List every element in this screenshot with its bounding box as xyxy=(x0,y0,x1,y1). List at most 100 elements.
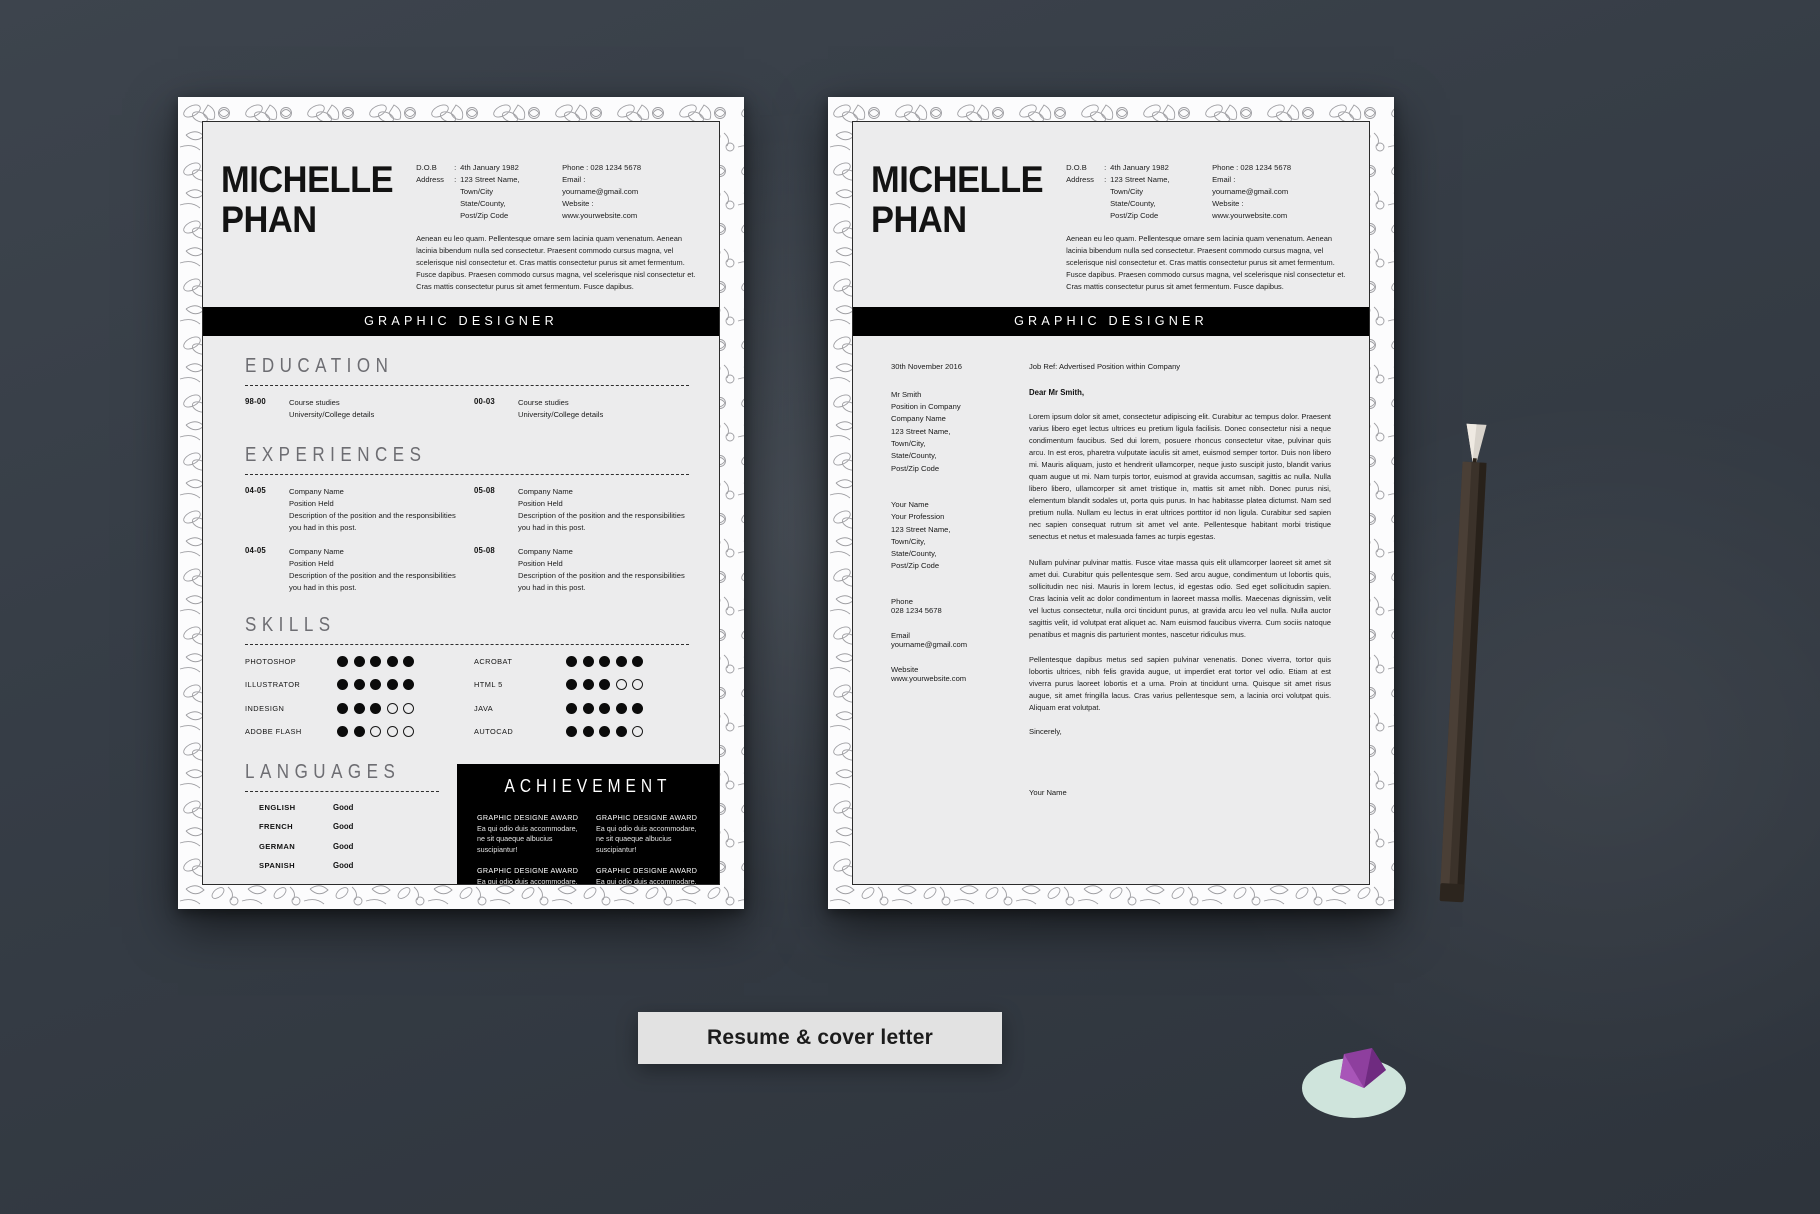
letter-paragraph-2: Nullam pulvinar pulvinar mattis. Fusce v… xyxy=(1029,557,1331,639)
education-divider xyxy=(245,384,689,386)
letter-email-value[interactable]: yourname@gmail.com xyxy=(891,640,1009,649)
letter-phone-value: 028 1234 5678 xyxy=(891,605,942,615)
candidate-name-cover: MICHELLE PHAN xyxy=(871,156,1056,293)
caption-text: Resume & cover letter xyxy=(707,1026,933,1049)
experience-years: 04-05 xyxy=(245,486,266,496)
experience-entry: 04-05 Company Name Position Held Descriptio… xyxy=(245,486,460,533)
rating-dot-filled xyxy=(353,726,365,737)
experience-detail: Company Name Position Held Description of … xyxy=(518,546,689,593)
rating-dot-filled xyxy=(337,679,348,690)
rating-dot-filled xyxy=(632,655,643,667)
letter-signature: Your Name xyxy=(1029,788,1067,798)
rating-dot-empty xyxy=(403,702,414,714)
cover-header: MICHELLE PHAN D.O.B : 4th January 1982 A… xyxy=(853,122,1369,301)
rating-dot-filled xyxy=(599,726,610,737)
cover-letter-page[interactable]: MICHELLE PHAN D.O.B : 4th January 1982 A… xyxy=(828,97,1394,909)
job-reference: Job Ref: Advertised Position within Comp… xyxy=(1029,361,1181,371)
skill-name: HTML 5 xyxy=(474,680,503,689)
experience-detail: Company Name Position Held Description of … xyxy=(518,486,689,533)
recipient-address: Mr Smith Position in Company Company Nam… xyxy=(891,389,961,473)
language-name: ENGLISH xyxy=(259,802,296,812)
rating-dot-filled xyxy=(615,655,627,667)
skill-rating-dots xyxy=(566,655,643,667)
skill-name: ACROBAT xyxy=(474,656,513,666)
rating-dot-filled xyxy=(615,702,627,714)
rating-dot-filled xyxy=(582,679,594,690)
experience-description: Description of the position and the resp… xyxy=(518,510,685,532)
website-value[interactable]: www.yourwebsite.com xyxy=(562,210,703,222)
experience-company: Company Name xyxy=(289,487,344,497)
experience-entries: 04-05 Company Name Position Held Descriptio… xyxy=(245,486,689,606)
rating-dot-filled xyxy=(599,702,610,714)
education-entry: 98-00 Course studies University/College de… xyxy=(245,397,460,421)
skill-rating-dots xyxy=(337,679,414,690)
education-course: Course studies xyxy=(289,397,340,407)
languages-divider xyxy=(245,790,439,792)
languages-entries: ENGLISH Good FRENCH Good GERMAN Good SPANISH Go… xyxy=(245,803,439,871)
email-value-cover[interactable]: yourname@gmail.com xyxy=(1212,186,1353,198)
rating-dot-empty xyxy=(615,679,627,690)
education-institution: University/College details xyxy=(518,409,604,419)
skills-column-left: PHOTOSHOP ILLUSTRATOR INDESIGN ADOBE FLASH xyxy=(245,655,460,750)
website-value-cover[interactable]: www.yourwebsite.com xyxy=(1212,210,1353,222)
achievement-item: GRAPHIC DESIGNE AWARD Ea qui odio duis ac… xyxy=(596,813,699,856)
address-value: 123 Street Name, xyxy=(460,174,520,184)
skill-row: JAVA xyxy=(474,702,689,714)
address-line-2-cover: Town/City xyxy=(1110,186,1144,196)
address-label: Address xyxy=(416,174,444,184)
skill-row: ADOBE FLASH xyxy=(245,726,460,737)
experience-position: Position Held xyxy=(518,499,563,509)
experience-position: Position Held xyxy=(518,559,563,569)
experience-description: Description of the position and the resp… xyxy=(289,510,456,532)
letter-website-label: Website xyxy=(891,664,919,674)
dob-value-cover: 4th January 1982 xyxy=(1110,163,1169,172)
achievement-description: Ea qui odio duis accommodare, ne sit qua… xyxy=(596,876,697,885)
skill-row: ACROBAT xyxy=(474,655,689,667)
email-value[interactable]: yourname@gmail.com xyxy=(562,186,703,198)
website-label: Website : xyxy=(562,198,594,208)
education-years: 00-03 xyxy=(474,396,495,406)
dob-label-cover: D.O.B xyxy=(1066,163,1087,172)
experience-entry: 05-08 Company Name Position Held Descriptio… xyxy=(474,486,689,533)
skill-row: PHOTOSHOP xyxy=(245,655,460,667)
rating-dot-filled xyxy=(337,655,348,667)
rating-dot-filled xyxy=(566,726,577,737)
rating-dot-empty xyxy=(370,726,381,737)
sender-address: Your Name Your Profession 123 Street Nam… xyxy=(891,499,951,571)
achievement-title: GRAPHIC DESIGNE AWARD xyxy=(596,812,698,822)
experience-company: Company Name xyxy=(518,547,573,557)
contact-column-personal-cover: D.O.B : 4th January 1982 Address : 123 S… xyxy=(1066,162,1194,222)
letter-website-value[interactable]: www.yourwebsite.com xyxy=(891,674,1009,683)
experience-position: Position Held xyxy=(289,499,334,509)
resume-content-area: MICHELLE PHAN D.O.B : 4th January 1982 A… xyxy=(202,121,720,885)
experience-description: Description of the position and the resp… xyxy=(518,570,685,592)
rating-dot-empty xyxy=(403,726,414,737)
skill-rating-dots xyxy=(337,702,414,714)
education-entries: 98-00 Course studies University/College de… xyxy=(245,397,689,434)
experience-entry: 04-05 Company Name Position Held Descriptio… xyxy=(245,546,460,593)
education-detail: Course studies University/College details xyxy=(289,397,460,421)
pencil-prop xyxy=(1439,423,1487,903)
skills-divider xyxy=(245,643,689,645)
rating-dot-empty xyxy=(632,679,643,690)
experience-detail: Company Name Position Held Description of … xyxy=(289,546,460,593)
job-title-bar: GRAPHIC DESIGNER xyxy=(203,306,719,336)
skills-column-right: ACROBAT HTML 5 JAVA AUTOCAD xyxy=(474,655,689,750)
achievement-entries: GRAPHIC DESIGNE AWARD Ea qui odio duis ac… xyxy=(477,813,699,885)
letter-email-label: Email xyxy=(891,630,910,640)
language-name: GERMAN xyxy=(259,841,296,851)
skill-name: ADOBE FLASH xyxy=(245,727,302,736)
rating-dot-filled xyxy=(582,655,594,667)
skills-section: SKILLS PHOTOSHOP ILLUSTRATOR INDESIGN ADOBE… xyxy=(245,612,689,750)
skills-heading: SKILLS xyxy=(245,612,336,636)
skill-name: PHOTOSHOP xyxy=(245,656,297,666)
skill-name: JAVA xyxy=(474,703,494,713)
address-line-4: Post/Zip Code xyxy=(460,210,509,220)
contact-column-personal: D.O.B : 4th January 1982 Address : 123 S… xyxy=(416,162,544,222)
name-line-1: MICHELLE xyxy=(221,159,394,200)
contact-column-digital: Phone : 028 1234 5678 Email : yourname@g… xyxy=(562,162,703,222)
resume-page[interactable]: MICHELLE PHAN D.O.B : 4th January 1982 A… xyxy=(178,97,744,909)
letter-closing: Sincerely, xyxy=(1029,727,1062,737)
education-institution: University/College details xyxy=(289,409,375,419)
rating-dot-filled xyxy=(337,726,348,737)
